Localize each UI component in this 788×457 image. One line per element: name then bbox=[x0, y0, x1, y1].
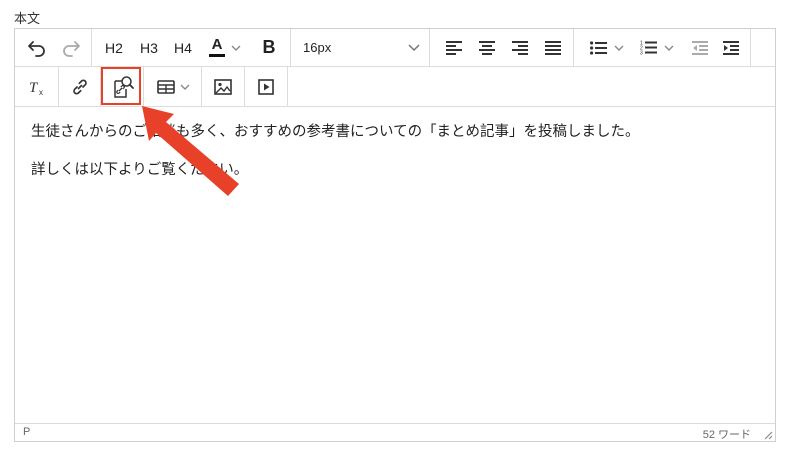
text-color-swatch bbox=[209, 54, 225, 57]
bullet-list-icon bbox=[590, 40, 607, 55]
indent-button[interactable] bbox=[717, 29, 745, 66]
resize-handle-icon[interactable] bbox=[761, 428, 773, 440]
word-count: 52 ワード bbox=[702, 429, 751, 441]
format-group: H2 H3 H4 A B bbox=[92, 29, 291, 66]
chevron-down-icon bbox=[180, 84, 189, 90]
table-button[interactable] bbox=[150, 67, 196, 106]
svg-text:3: 3 bbox=[640, 51, 643, 56]
editor-content[interactable]: 生徒さんからのご相談も多く、おすすめの参考書についての「まとめ記事」を投稿しまし… bbox=[31, 121, 759, 197]
history-group bbox=[15, 29, 92, 66]
bullet-list-button[interactable] bbox=[584, 29, 630, 66]
link-group bbox=[59, 67, 101, 106]
heading-4-button[interactable]: H4 bbox=[167, 29, 199, 66]
image-group bbox=[202, 67, 245, 106]
align-right-icon bbox=[512, 40, 528, 55]
element-path[interactable]: P bbox=[23, 426, 30, 438]
chevron-down-icon bbox=[614, 45, 624, 51]
redo-button[interactable] bbox=[57, 29, 85, 66]
svg-text:x: x bbox=[39, 88, 43, 96]
undo-icon bbox=[28, 40, 45, 57]
image-icon bbox=[214, 78, 232, 95]
text-color-letter: A bbox=[211, 36, 223, 53]
status-bar: P 52 ワード bbox=[15, 423, 775, 441]
link-icon bbox=[73, 79, 87, 94]
indent-icon bbox=[723, 40, 739, 55]
media-group bbox=[245, 67, 288, 106]
clear-format-icon: T x bbox=[29, 80, 43, 96]
media-icon bbox=[258, 78, 274, 95]
link-button[interactable] bbox=[66, 67, 94, 106]
align-left-button[interactable] bbox=[440, 29, 468, 66]
chevron-down-icon bbox=[664, 45, 674, 51]
numbered-list-button[interactable]: 1 2 3 bbox=[634, 29, 680, 66]
outdent-icon bbox=[692, 40, 708, 55]
chevron-down-icon bbox=[408, 44, 420, 51]
paragraph[interactable]: 詳しくは以下よりご覧ください。 bbox=[31, 159, 759, 181]
table-icon bbox=[156, 79, 175, 94]
numbered-list-icon: 1 2 3 bbox=[640, 41, 657, 56]
highlight-box bbox=[101, 67, 141, 105]
bold-button[interactable]: B bbox=[254, 29, 284, 66]
heading-3-button[interactable]: H3 bbox=[133, 29, 165, 66]
align-right-button[interactable] bbox=[506, 29, 534, 66]
outdent-button[interactable] bbox=[686, 29, 714, 66]
align-justify-icon bbox=[545, 40, 561, 55]
align-justify-button[interactable] bbox=[539, 29, 567, 66]
font-size-value: 16px bbox=[303, 40, 332, 55]
font-size-select[interactable]: 16px bbox=[291, 29, 430, 66]
text-color-button[interactable]: A bbox=[202, 29, 248, 66]
image-button[interactable] bbox=[209, 67, 237, 106]
media-button[interactable] bbox=[252, 67, 280, 106]
align-center-button[interactable] bbox=[473, 29, 501, 66]
font-size-group: 16px bbox=[291, 29, 430, 66]
field-label: 本文 bbox=[14, 12, 41, 27]
paragraph[interactable]: 生徒さんからのご相談も多く、おすすめの参考書についての「まとめ記事」を投稿しまし… bbox=[31, 121, 759, 143]
clear-format-button[interactable]: T x bbox=[23, 67, 51, 106]
redo-icon bbox=[63, 40, 80, 57]
toolbar-row-1: H2 H3 H4 A B 16px 1 2 3 bbox=[15, 29, 775, 67]
heading-2-button[interactable]: H2 bbox=[98, 29, 130, 66]
chevron-down-icon bbox=[231, 45, 241, 51]
alignment-group bbox=[430, 29, 574, 66]
undo-button[interactable] bbox=[23, 29, 51, 66]
clear-format-group: T x bbox=[15, 67, 59, 106]
table-group bbox=[144, 67, 202, 106]
align-center-icon bbox=[479, 40, 495, 55]
align-left-icon bbox=[446, 40, 462, 55]
svg-text:T: T bbox=[29, 80, 39, 96]
list-group: 1 2 3 bbox=[574, 29, 751, 66]
